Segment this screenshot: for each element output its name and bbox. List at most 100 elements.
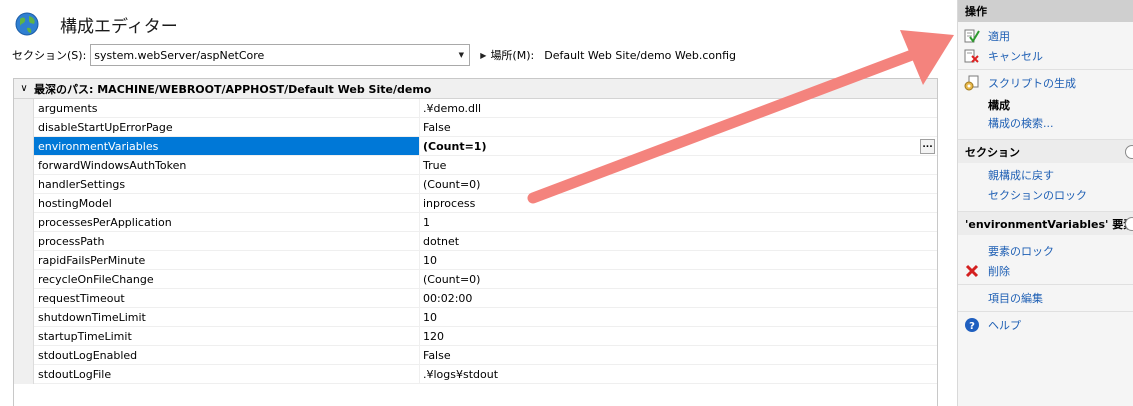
apply-label: 適用 — [988, 30, 1010, 43]
row-gutter — [14, 270, 34, 289]
section-group-header[interactable]: セクション — [958, 139, 1133, 163]
property-name: startupTimeLimit — [34, 327, 420, 346]
lock-element-action[interactable]: 要素のロック — [958, 241, 1133, 261]
row-gutter — [14, 327, 34, 346]
property-row[interactable]: stdoutLogEnabled False — [14, 346, 937, 365]
help-icon: ? — [964, 317, 980, 333]
property-name: handlerSettings — [34, 175, 420, 194]
apply-checkmark-icon — [964, 28, 980, 44]
property-name: disableStartUpErrorPage — [34, 118, 420, 137]
property-value[interactable]: False — [420, 118, 937, 137]
property-value[interactable]: inprocess — [420, 194, 937, 213]
property-row[interactable]: recycleOnFileChange (Count=0) — [14, 270, 937, 289]
actions-header: 操作 — [958, 0, 1133, 22]
property-row[interactable]: hostingModel inprocess — [14, 194, 937, 213]
grid-group-header[interactable]: ∨ 最深のパス: MACHINE/WEBROOT/APPHOST/Default… — [14, 79, 937, 99]
property-name: stdoutLogFile — [34, 365, 420, 384]
row-gutter — [14, 251, 34, 270]
location-label: 場所(M): — [490, 49, 535, 62]
row-gutter — [14, 156, 34, 175]
property-row[interactable]: disableStartUpErrorPage False — [14, 118, 937, 137]
property-value[interactable]: False — [420, 346, 937, 365]
property-name: requestTimeout — [34, 289, 420, 308]
property-value: (Count=1) — [423, 139, 487, 153]
chevron-down-icon[interactable]: ∨ — [14, 83, 34, 94]
section-row: セクション(S): system.webServer/aspNetCore ▼ … — [12, 44, 947, 66]
lock-section-label: セクションのロック — [988, 189, 1087, 202]
page-title: 構成エディター — [60, 16, 178, 37]
property-value[interactable]: 10 — [420, 308, 937, 327]
property-value[interactable]: 1 — [420, 213, 937, 232]
property-name: processesPerApplication — [34, 213, 420, 232]
property-row[interactable]: arguments .¥demo.dll — [14, 99, 937, 118]
apply-action[interactable]: 適用 — [958, 26, 1133, 46]
property-row-selected[interactable]: environmentVariables (Count=1) ... — [14, 137, 937, 156]
property-value[interactable]: True — [420, 156, 937, 175]
property-name: recycleOnFileChange — [34, 270, 420, 289]
lock-section-action[interactable]: セクションのロック — [958, 185, 1133, 205]
property-row[interactable]: forwardWindowsAuthToken True — [14, 156, 937, 175]
search-config-action[interactable]: 構成の検索... — [958, 113, 1133, 133]
section-value: system.webServer/aspNetCore — [94, 48, 265, 62]
row-gutter — [14, 99, 34, 118]
edit-items-action[interactable]: 項目の編集 — [958, 288, 1133, 308]
property-name: environmentVariables — [34, 137, 420, 156]
section-group-label: セクション — [965, 145, 1020, 159]
property-name: forwardWindowsAuthToken — [34, 156, 420, 175]
divider — [958, 69, 1133, 70]
globe-icon — [14, 10, 42, 38]
collapse-icon[interactable] — [1125, 217, 1133, 231]
property-row[interactable]: stdoutLogFile .¥logs¥stdout — [14, 365, 937, 384]
property-value[interactable]: .¥logs¥stdout — [420, 365, 937, 384]
property-row[interactable]: processesPerApplication 1 — [14, 213, 937, 232]
generate-script-label: スクリプトの生成 — [988, 77, 1076, 90]
title-area: 構成エディター — [14, 8, 178, 40]
cancel-label: キャンセル — [988, 50, 1043, 63]
chevron-down-icon[interactable]: ▼ — [453, 45, 469, 65]
actions-panel: 操作 適用 キャンセル スクリプトの生成 構成 構成の検索... セクション 親… — [957, 0, 1133, 406]
cancel-x-icon — [964, 48, 980, 64]
property-row[interactable]: rapidFailsPerMinute 10 — [14, 251, 937, 270]
lock-element-label: 要素のロック — [988, 245, 1054, 258]
property-row[interactable]: requestTimeout 00:02:00 — [14, 289, 937, 308]
delete-x-icon — [964, 263, 980, 279]
property-value[interactable]: dotnet — [420, 232, 937, 251]
property-value-cell[interactable]: (Count=1) ... — [420, 137, 937, 156]
property-row[interactable]: handlerSettings (Count=0) — [14, 175, 937, 194]
delete-action[interactable]: 削除 — [958, 261, 1133, 281]
property-value[interactable]: 120 — [420, 327, 937, 346]
search-config-label: 構成の検索... — [988, 117, 1054, 130]
property-value[interactable]: (Count=0) — [420, 270, 937, 289]
row-gutter — [14, 194, 34, 213]
row-gutter — [14, 137, 34, 156]
property-row[interactable]: shutdownTimeLimit 10 — [14, 308, 937, 327]
revert-to-parent-label: 親構成に戻す — [988, 169, 1054, 182]
property-row[interactable]: startupTimeLimit 120 — [14, 327, 937, 346]
property-name: processPath — [34, 232, 420, 251]
collapse-icon[interactable] — [1125, 145, 1133, 159]
svg-text:?: ? — [969, 321, 975, 332]
grid-header-label: 最深のパス: MACHINE/WEBROOT/APPHOST/Default W… — [34, 82, 432, 96]
section-dropdown[interactable]: system.webServer/aspNetCore ▼ — [90, 44, 471, 66]
element-group-header[interactable]: 'environmentVariables' 要素 — [958, 211, 1133, 235]
property-value[interactable]: 00:02:00 — [420, 289, 937, 308]
element-group-label: 'environmentVariables' 要素 — [965, 217, 1133, 231]
divider — [958, 284, 1133, 285]
property-name: rapidFailsPerMinute — [34, 251, 420, 270]
property-name: stdoutLogEnabled — [34, 346, 420, 365]
property-value[interactable]: .¥demo.dll — [420, 99, 937, 118]
script-icon — [964, 75, 980, 91]
property-row[interactable]: processPath dotnet — [14, 232, 937, 251]
chevron-down-icon[interactable]: ▼ — [908, 44, 924, 66]
location-dropdown[interactable]: Default Web Site/demo Web.config ▼ — [542, 44, 924, 66]
property-value[interactable]: 10 — [420, 251, 937, 270]
cancel-action[interactable]: キャンセル — [958, 46, 1133, 66]
row-gutter — [14, 308, 34, 327]
generate-script-action[interactable]: スクリプトの生成 — [958, 73, 1133, 93]
ellipsis-button[interactable]: ... — [920, 139, 935, 154]
revert-to-parent-action[interactable]: 親構成に戻す — [958, 165, 1133, 185]
help-label: ヘルプ — [988, 319, 1021, 332]
divider — [958, 311, 1133, 312]
help-action[interactable]: ? ヘルプ — [958, 315, 1133, 335]
property-value[interactable]: (Count=0) — [420, 175, 937, 194]
